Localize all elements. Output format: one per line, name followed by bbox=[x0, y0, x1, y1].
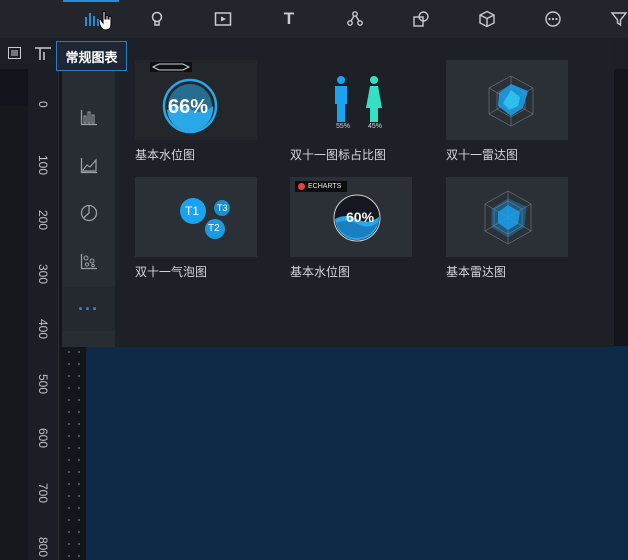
layer-panel-strip bbox=[0, 38, 28, 560]
chart-thumbnail bbox=[446, 60, 568, 140]
chart-thumbnail: T1 T3 T2 bbox=[135, 177, 257, 257]
text-icon: T bbox=[283, 9, 295, 28]
chart-card-label: 双十一气泡图 bbox=[135, 265, 208, 279]
male-percent: 55% bbox=[336, 123, 351, 130]
bubble-label: T3 bbox=[217, 203, 228, 213]
top-toolbar: T bbox=[0, 0, 628, 38]
media-tool-button[interactable] bbox=[203, 0, 243, 38]
shapes-tool-button[interactable] bbox=[401, 0, 441, 38]
relation-graph-icon bbox=[347, 11, 363, 26]
chart-card-label: 基本水位图 bbox=[135, 148, 196, 162]
layer-panel-divider bbox=[0, 69, 28, 106]
chart-category-list: ··· bbox=[62, 69, 115, 347]
water-level-percent: 60% bbox=[346, 209, 375, 225]
list-icon[interactable] bbox=[8, 47, 21, 59]
ruler-tick-label: 300 bbox=[36, 264, 50, 285]
category-tooltip: 常规图表 bbox=[56, 41, 127, 71]
ruler-tick-label: 200 bbox=[36, 210, 50, 231]
media-play-icon bbox=[214, 12, 232, 26]
radar-thumbnail-graphic bbox=[488, 75, 534, 127]
chart-thumbnail: ECHARTS 60% bbox=[290, 177, 412, 257]
category-bar-button[interactable] bbox=[62, 95, 115, 139]
scatter-chart-icon bbox=[80, 254, 97, 270]
ruler-guide-icon[interactable] bbox=[34, 44, 52, 62]
ruler-tick-label: 800 bbox=[36, 537, 50, 558]
filter-tool-button[interactable] bbox=[599, 0, 628, 38]
more-circle-icon bbox=[545, 11, 561, 27]
echarts-badge-text: ECHARTS bbox=[308, 183, 342, 190]
ruler-tick-label: 0 bbox=[36, 101, 50, 108]
layer-panel-header bbox=[0, 38, 28, 69]
chart-library-panel: ··· 常规图表 66% 基本水位图 55% 45% 双十一图标占比图 双十一雷… bbox=[56, 39, 614, 347]
pie-chart-icon bbox=[80, 204, 97, 222]
ruler-tick-label: 400 bbox=[36, 319, 50, 340]
vertical-ruler: 0 100 200 300 400 500 600 700 800 bbox=[28, 69, 59, 560]
chart-card-label: 双十一图标占比图 bbox=[290, 148, 387, 162]
chart-card-label: 双十一雷达图 bbox=[446, 148, 519, 162]
ruler-tick-label: 100 bbox=[36, 155, 50, 176]
water-level-percent: 66% bbox=[168, 96, 209, 118]
gender-ratio-thumbnail-graphic bbox=[335, 76, 382, 122]
line-area-chart-icon bbox=[80, 158, 97, 174]
more-dots-icon: ··· bbox=[78, 298, 99, 319]
ruler-tick-label: 500 bbox=[36, 374, 50, 395]
bubble-label: T1 bbox=[185, 204, 200, 218]
more-tool-button[interactable] bbox=[533, 0, 573, 38]
chart-card-label: 基本雷达图 bbox=[446, 265, 507, 279]
radar-thumbnail-graphic bbox=[484, 190, 532, 245]
chart-thumbnail bbox=[446, 177, 568, 257]
female-percent: 45% bbox=[368, 123, 383, 130]
bar-chart-icon bbox=[80, 110, 97, 126]
filter-icon bbox=[610, 12, 628, 27]
chart-thumbnail: 66% bbox=[135, 60, 257, 140]
echarts-logo-icon bbox=[298, 183, 305, 190]
text-tool-button[interactable]: T bbox=[269, 0, 309, 38]
cube-icon bbox=[479, 10, 495, 28]
chart-card-label: 基本水位图 bbox=[290, 265, 351, 279]
category-line-button[interactable] bbox=[62, 143, 115, 187]
shapes-icon bbox=[413, 11, 429, 27]
echarts-badge: ECHARTS bbox=[295, 181, 347, 192]
hand-cursor-icon bbox=[98, 10, 112, 31]
canvas-screen-area[interactable] bbox=[86, 346, 628, 560]
bubble-label: T2 bbox=[208, 223, 220, 234]
chart-thumbnail: 55% 45% bbox=[290, 60, 412, 140]
canvas-grid-dots bbox=[64, 346, 84, 560]
category-pie-button[interactable] bbox=[62, 191, 115, 235]
lightbulb-icon bbox=[151, 11, 163, 26]
ruler-tick-label: 700 bbox=[36, 483, 50, 504]
category-scatter-button[interactable] bbox=[62, 239, 115, 283]
3d-tool-button[interactable] bbox=[467, 0, 507, 38]
category-more-button[interactable]: ··· bbox=[62, 287, 115, 331]
ruler-tick-label: 600 bbox=[36, 428, 50, 449]
lightbulb-tool-button[interactable] bbox=[137, 0, 177, 38]
relation-tool-button[interactable] bbox=[335, 0, 375, 38]
